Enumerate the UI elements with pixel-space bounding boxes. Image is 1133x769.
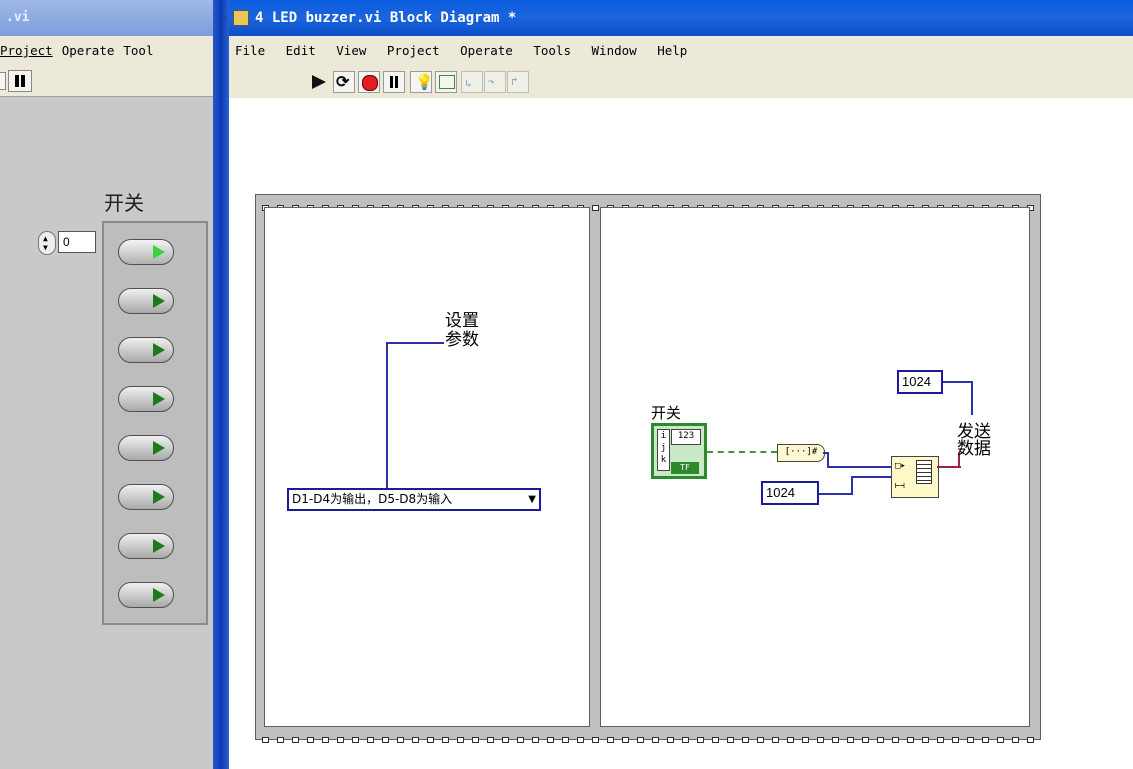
pause-button[interactable] <box>383 71 405 93</box>
run-button-partial[interactable] <box>0 72 6 90</box>
terminal-boolean-tag: TF <box>671 462 699 474</box>
led-6[interactable] <box>118 484 174 510</box>
block-diagram-titlebar[interactable]: 4 LED buzzer.vi Block Diagram * <box>229 0 1133 36</box>
led-off-indicator-icon <box>153 294 165 308</box>
menu-project[interactable]: Project <box>0 43 53 58</box>
switch-array-label: 开关 <box>104 191 144 215</box>
run-continuously-button[interactable]: ⟳ <box>333 71 355 93</box>
abort-button[interactable] <box>358 71 380 93</box>
led-off-indicator-icon <box>153 392 165 406</box>
led-off-indicator-icon <box>153 441 165 455</box>
comment-set-parameters: 设置 参数 <box>445 311 479 350</box>
window-title: 4 LED buzzer.vi Block Diagram * <box>255 10 517 26</box>
pause-icon <box>390 76 393 88</box>
block-diagram-toolbar: ⟳ 💡 ↳ ↷ ↱ <box>229 66 1133 99</box>
front-panel-area: 开关 ▲ ▼ 0 <box>0 97 216 769</box>
led-8[interactable] <box>118 582 174 608</box>
led-5[interactable] <box>118 435 174 461</box>
numeric-constant-1024-bottom[interactable]: 1024 <box>761 481 819 505</box>
up-arrow-icon: ▲ <box>43 234 48 243</box>
down-arrow-icon: ▼ <box>43 243 48 252</box>
ring-constant-dropdown[interactable]: D1-D4为输出，D5-D8为输入 ▼ <box>287 488 541 511</box>
menu-operate[interactable]: Operate <box>460 43 513 58</box>
menu-window[interactable]: Window <box>592 43 637 58</box>
menu-operate[interactable]: Operate <box>62 43 115 58</box>
comment-send-data: 发送 数据 <box>957 422 991 459</box>
led-array <box>102 221 208 625</box>
menu-tools[interactable]: Tools <box>533 43 571 58</box>
step-over-button[interactable]: ↷ <box>484 71 506 93</box>
index-increment-decrement[interactable]: ▲ ▼ <box>38 231 56 255</box>
lightbulb-icon: 💡 <box>415 73 434 91</box>
menu-view[interactable]: View <box>336 43 366 58</box>
switch-array-terminal[interactable]: ijk 123 TF <box>651 423 707 479</box>
front-panel-title[interactable]: .vi <box>0 0 216 36</box>
abort-icon <box>362 75 378 91</box>
retain-wire-values-button[interactable] <box>435 71 457 93</box>
sequence-frame-1[interactable]: 设置 参数 D1-D4为输出，D5-D8为输入 ▼ <box>264 207 590 727</box>
window-separator <box>213 0 229 769</box>
front-panel-toolbar <box>0 66 216 97</box>
menu-edit[interactable]: Edit <box>286 43 316 58</box>
led-2[interactable] <box>118 288 174 314</box>
array-index-input[interactable]: 0 <box>58 231 96 253</box>
film-strip-bottom <box>258 728 1038 743</box>
labview-app-icon <box>233 10 249 26</box>
probe-icon <box>439 75 455 89</box>
ring-constant-value: D1-D4为输出，D5-D8为输入 <box>292 492 453 506</box>
highlight-execution-button[interactable]: 💡 <box>410 71 434 93</box>
run-arrow-icon <box>312 75 326 89</box>
step-into-button[interactable]: ↳ <box>461 71 483 93</box>
pause-icon <box>15 75 19 87</box>
comment-leader-line <box>386 342 444 344</box>
run-button[interactable] <box>308 71 330 93</box>
led-7[interactable] <box>118 533 174 559</box>
step-into-icon: ↳ <box>465 77 472 90</box>
front-panel-menubar: Project Operate Tool <box>0 36 216 66</box>
menu-project[interactable]: Project <box>387 43 440 58</box>
led-3[interactable] <box>118 337 174 363</box>
menu-help[interactable]: Help <box>657 43 687 58</box>
film-strip-top <box>258 196 1038 211</box>
terminal-index-column: ijk <box>657 429 670 471</box>
boolean-array-to-number[interactable]: [···]# <box>777 444 825 462</box>
sequence-frame-2[interactable]: 开关 ijk 123 TF [···]# 1024 □▸ ⊢⊣ 1024 发送 … <box>600 207 1030 727</box>
led-off-indicator-icon <box>153 539 165 553</box>
dropdown-arrow-icon: ▼ <box>528 494 536 505</box>
led-on-indicator-icon <box>153 245 165 259</box>
led-off-indicator-icon <box>153 490 165 504</box>
step-out-icon: ↱ <box>511 75 518 88</box>
numeric-constant-1024-top[interactable]: 1024 <box>897 370 943 394</box>
menu-file[interactable]: File <box>235 43 265 58</box>
step-over-icon: ↷ <box>488 75 495 88</box>
block-diagram-canvas[interactable]: 设置 参数 D1-D4为输出，D5-D8为输入 ▼ 开关 ijk 123 TF … <box>229 98 1133 769</box>
step-out-button[interactable]: ↱ <box>507 71 529 93</box>
switch-terminal-label: 开关 <box>651 404 682 422</box>
block-diagram-menubar: File Edit View Project Operate Tools Win… <box>229 36 1133 66</box>
boolean-array-wire <box>707 451 777 453</box>
menu-tools[interactable]: Tool <box>123 43 153 58</box>
led-off-indicator-icon <box>153 588 165 602</box>
led-1[interactable] <box>118 239 174 265</box>
led-off-indicator-icon <box>153 343 165 357</box>
terminal-type-label: 123 <box>671 429 701 445</box>
build-array-icon: □▸ <box>895 461 906 471</box>
flat-sequence-structure[interactable]: 设置 参数 D1-D4为输出，D5-D8为输入 ▼ 开关 ijk 123 TF … <box>255 194 1041 743</box>
pause-button[interactable] <box>8 70 32 92</box>
comment-leader-line-vertical <box>386 342 388 488</box>
led-4[interactable] <box>118 386 174 412</box>
run-continuous-icon: ⟳ <box>336 72 350 91</box>
build-array-function[interactable]: □▸ ⊢⊣ <box>891 456 939 498</box>
